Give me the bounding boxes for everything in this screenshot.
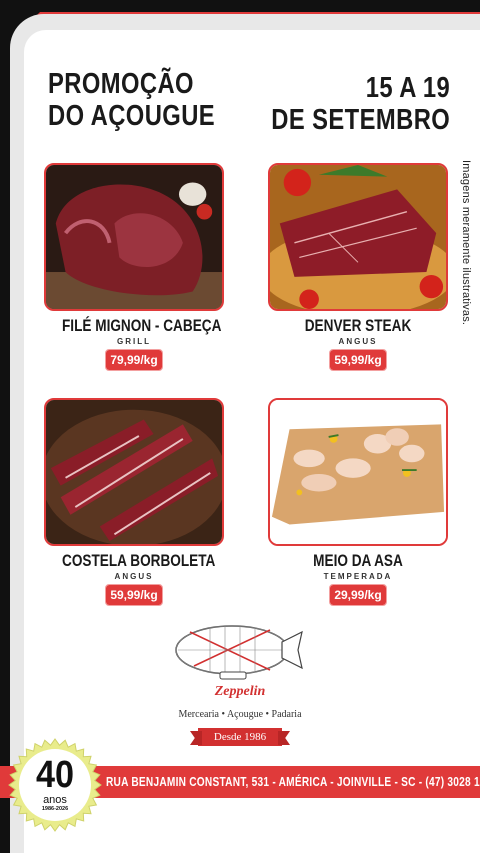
badge-label: anos — [43, 794, 67, 806]
title-line-1: PROMOÇÃO — [48, 68, 194, 100]
since-ribbon: Desde 1986 — [198, 728, 282, 746]
logo-subtitle: Mercearia • Açougue • Padaria — [178, 709, 302, 720]
product-card: MEIO DA ASA TEMPERADA 29,99/kg — [268, 398, 448, 606]
product-name: COSTELA BORBOLETA — [62, 551, 216, 570]
price-tag: 59,99/kg — [329, 349, 387, 371]
product-name: DENVER STEAK — [304, 316, 412, 335]
date-range: 15 A 19 DE SETEMBRO — [271, 72, 450, 136]
store-address: RUA BENJAMIN CONSTANT, 531 - AMÉRICA - J… — [106, 774, 480, 789]
date-line-2: DE SETEMBRO — [271, 104, 450, 136]
zeppelin-logo: Zeppelin Mercearia • Açougue • Padaria D… — [170, 622, 310, 752]
product-cut: TEMPERADA — [323, 572, 393, 581]
product-card: FILÉ MIGNON - CABEÇA GRILL 79,99/kg — [44, 163, 224, 371]
product-photo — [268, 163, 448, 311]
disclaimer-text: Imagens meramente ilustrativas. — [460, 160, 472, 326]
badge-years: 1986-2026 — [41, 806, 69, 812]
product-photo — [44, 163, 224, 311]
title-line-2: DO AÇOUGUE — [48, 100, 216, 132]
product-photo — [268, 398, 448, 546]
product-photo — [44, 398, 224, 546]
product-name: MEIO DA ASA — [313, 551, 403, 570]
price-tag: 59,99/kg — [105, 584, 163, 606]
product-cut: ANGUS — [338, 337, 378, 346]
price-tag: 29,99/kg — [329, 584, 387, 606]
product-cut: GRILL — [117, 337, 151, 346]
date-line-1: 15 A 19 — [365, 72, 450, 104]
product-card: COSTELA BORBOLETA ANGUS 59,99/kg — [44, 398, 224, 606]
anniversary-badge: 40 anos 1986-2026 — [8, 738, 102, 832]
product-name: FILÉ MIGNON - CABEÇA — [62, 316, 222, 335]
product-card: DENVER STEAK ANGUS 59,99/kg — [268, 163, 448, 371]
badge-number: 40 — [35, 754, 75, 796]
page-title: PROMOÇÃO DO AÇOUGUE — [48, 68, 215, 132]
logo-brand: Zeppelin — [214, 684, 266, 699]
price-tag: 79,99/kg — [105, 349, 163, 371]
zeppelin-icon — [175, 625, 303, 680]
product-cut: ANGUS — [114, 572, 154, 581]
